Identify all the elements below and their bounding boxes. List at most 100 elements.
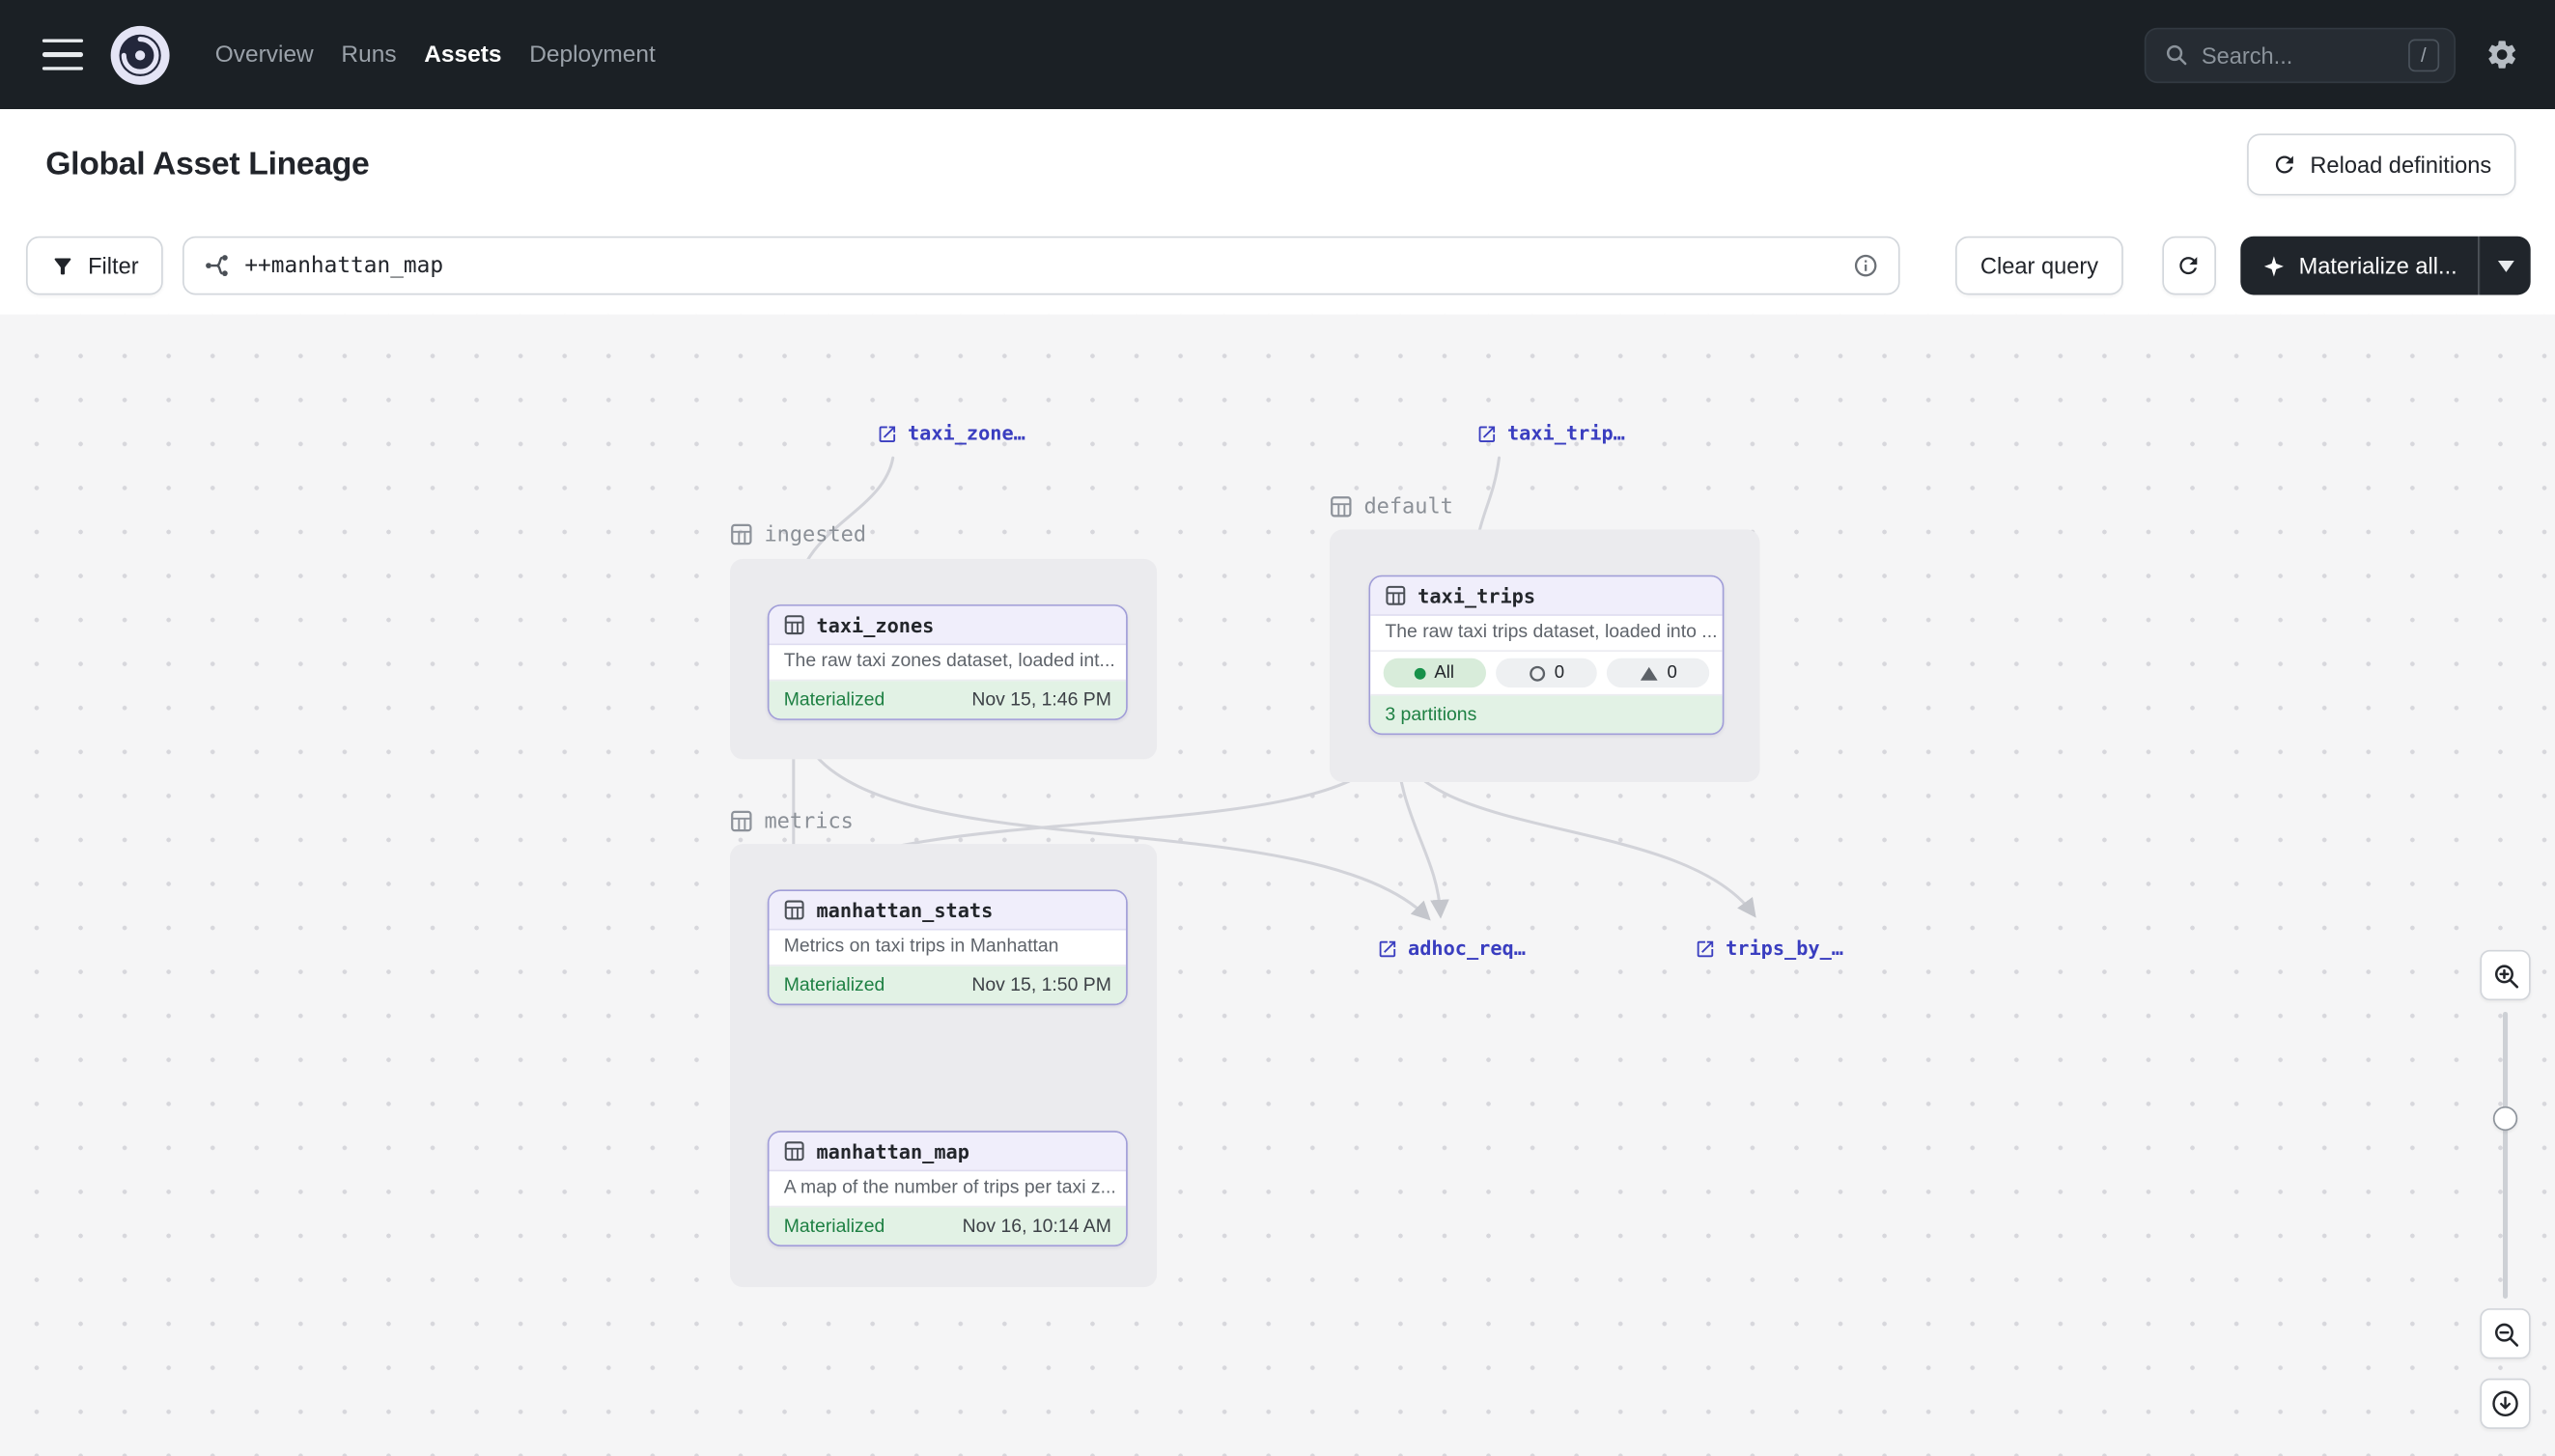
asset-node-header: taxi_zones — [770, 606, 1127, 646]
edges-layer — [0, 315, 2555, 1456]
refresh-icon — [2271, 152, 2297, 178]
materialized-status: Materialized — [784, 975, 885, 994]
group-label-ingested[interactable]: ingested — [730, 519, 866, 548]
app-root: Overview Runs Assets Deployment Search..… — [0, 0, 2555, 1456]
table-icon — [784, 1140, 805, 1162]
clear-query-button[interactable]: Clear query — [1956, 237, 2123, 295]
asset-name: manhattan_map — [816, 1139, 969, 1162]
open-in-new-icon — [1695, 938, 1716, 959]
partition-all-label: All — [1434, 663, 1454, 683]
asset-node-taxi-trips[interactable]: taxi_trips The raw taxi trips dataset, l… — [1369, 575, 1725, 735]
top-nav: Overview Runs Assets Deployment Search..… — [0, 0, 2555, 109]
table-icon — [1385, 585, 1406, 606]
partitions-summary-row: 3 partitions — [1370, 696, 1723, 734]
filter-button[interactable]: Filter — [26, 237, 163, 295]
group-label-metrics[interactable]: metrics — [730, 806, 854, 835]
refresh-query-button[interactable] — [2162, 237, 2216, 295]
clear-query-label: Clear query — [1980, 253, 2098, 279]
zoom-in-button[interactable] — [2480, 950, 2530, 1000]
zoom-slider-handle[interactable] — [2493, 1106, 2517, 1131]
asset-selection-input[interactable]: ++manhattan_map — [182, 237, 1900, 295]
materialized-status: Materialized — [784, 1217, 885, 1236]
asset-node-manhattan-map[interactable]: manhattan_map A map of the number of tri… — [768, 1131, 1128, 1246]
caret-down-icon — [2497, 260, 2513, 271]
materialize-dropdown-button[interactable] — [2479, 237, 2531, 295]
asset-node-manhattan-stats[interactable]: manhattan_stats Metrics on taxi trips in… — [768, 889, 1128, 1005]
materialize-all-button[interactable]: Materialize all... — [2240, 237, 2479, 295]
asset-node-header: taxi_trips — [1370, 576, 1723, 616]
refresh-icon — [2176, 253, 2202, 279]
selection-syntax-icon — [204, 253, 230, 279]
zoom-in-icon — [2490, 961, 2519, 990]
external-asset-trips-by-week[interactable]: trips_by_… — [1695, 934, 1843, 963]
asset-status-row: Materialized Nov 15, 1:46 PM — [770, 681, 1127, 718]
nav-assets[interactable]: Assets — [424, 42, 501, 68]
global-search-input[interactable]: Search... / — [2145, 27, 2456, 82]
materialize-split-button: Materialize all... — [2240, 237, 2531, 295]
arrow-down-circle-icon — [2490, 1388, 2521, 1419]
asset-selection-value: ++manhattan_map — [244, 253, 443, 279]
search-placeholder: Search... — [2202, 42, 2293, 68]
asset-description: The raw taxi trips dataset, loaded into … — [1370, 616, 1723, 652]
external-asset-adhoc-request[interactable]: adhoc_req… — [1377, 934, 1526, 963]
external-asset-taxi-zone[interactable]: taxi_zone… — [877, 419, 1025, 448]
open-in-new-icon — [1377, 938, 1398, 959]
group-icon — [730, 810, 753, 833]
nav-runs[interactable]: Runs — [341, 42, 396, 68]
external-asset-name: adhoc_req… — [1408, 937, 1526, 960]
nav-deployment[interactable]: Deployment — [529, 42, 656, 68]
open-in-new-icon — [1476, 423, 1498, 444]
group-label-default[interactable]: default — [1330, 492, 1453, 521]
sparkle-icon — [2261, 253, 2286, 277]
settings-gear-icon[interactable] — [2485, 38, 2518, 71]
partition-pill-missing[interactable]: 0 — [1607, 658, 1709, 687]
primary-nav: Overview Runs Assets Deployment — [215, 42, 656, 68]
asset-node-taxi-zones[interactable]: taxi_zones The raw taxi zones dataset, l… — [768, 604, 1128, 720]
asset-node-header: manhattan_map — [770, 1133, 1127, 1172]
group-icon — [1330, 495, 1353, 518]
page-header: Global Asset Lineage Reload definitions — [0, 109, 2555, 220]
table-icon — [784, 900, 805, 921]
partition-failed-count: 0 — [1555, 663, 1564, 683]
filter-label: Filter — [88, 253, 139, 279]
asset-node-header: manhattan_stats — [770, 891, 1127, 931]
zoom-out-icon — [2490, 1319, 2519, 1348]
menu-icon[interactable] — [42, 40, 83, 70]
asset-status-row: Materialized Nov 15, 1:50 PM — [770, 966, 1127, 1004]
zoom-out-button[interactable] — [2480, 1308, 2530, 1358]
group-name: metrics — [764, 809, 853, 833]
fit-view-button[interactable] — [2480, 1379, 2530, 1429]
search-icon — [2164, 42, 2188, 67]
asset-description: Metrics on taxi trips in Manhattan — [770, 931, 1127, 966]
lineage-canvas[interactable]: ingested default metrics taxi_zone… taxi… — [0, 315, 2555, 1456]
reload-definitions-button[interactable]: Reload definitions — [2247, 133, 2516, 195]
dagster-logo-icon[interactable] — [109, 23, 171, 85]
partition-pill-failed[interactable]: 0 — [1496, 658, 1598, 687]
reload-definitions-label: Reload definitions — [2310, 152, 2491, 178]
filter-icon — [50, 253, 74, 277]
materialized-timestamp: Nov 16, 10:14 AM — [963, 1217, 1111, 1236]
asset-name: manhattan_stats — [816, 899, 993, 922]
partition-pill-materialized[interactable]: All — [1384, 658, 1486, 687]
asset-status-row: Materialized Nov 16, 10:14 AM — [770, 1207, 1127, 1245]
materialized-timestamp: Nov 15, 1:46 PM — [971, 690, 1111, 710]
asset-name: taxi_zones — [816, 613, 934, 636]
search-shortcut-badge: / — [2408, 39, 2440, 71]
materialized-timestamp: Nov 15, 1:50 PM — [971, 975, 1111, 994]
group-name: ingested — [764, 522, 866, 546]
partition-health-row: All 0 0 — [1370, 652, 1723, 696]
external-asset-name: taxi_trip… — [1507, 422, 1625, 445]
external-asset-taxi-trip[interactable]: taxi_trip… — [1476, 419, 1625, 448]
external-asset-name: taxi_zone… — [908, 422, 1025, 445]
materialize-all-label: Materialize all... — [2299, 253, 2457, 279]
open-in-new-icon — [877, 423, 898, 444]
info-icon[interactable] — [1853, 253, 1879, 279]
group-name: default — [1363, 494, 1452, 518]
table-icon — [784, 614, 805, 635]
nav-overview[interactable]: Overview — [215, 42, 314, 68]
partitions-summary: 3 partitions — [1385, 705, 1476, 724]
page-title: Global Asset Lineage — [45, 146, 369, 183]
partition-missing-count: 0 — [1667, 663, 1676, 683]
zoom-slider-track[interactable] — [2503, 1012, 2508, 1299]
green-dot-icon — [1415, 667, 1426, 679]
